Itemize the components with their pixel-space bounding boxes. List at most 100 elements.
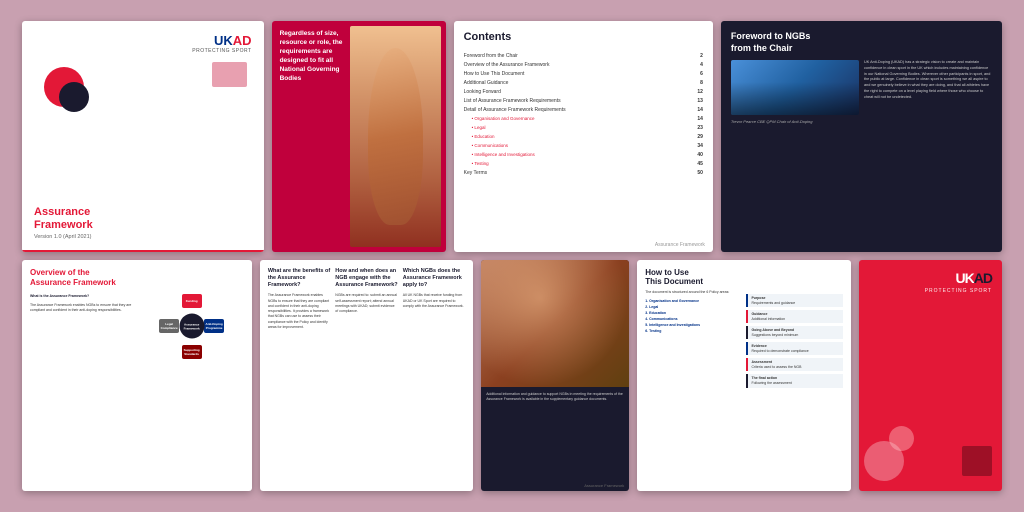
ngb-col-3: Which NGBs does the Assurance Framework … <box>403 268 465 483</box>
ngb-col1-text: The Assurance Framework enables NGBs to … <box>268 293 330 330</box>
red-quote-card: Regardless of size, resource or role, th… <box>272 21 446 252</box>
contents-sub-5: • Intelligence and Investigations 40 <box>464 150 703 159</box>
athletes-text: Additional information and guidance to s… <box>481 387 629 408</box>
foreword-col-right: UK Anti-Doping (UKAD) has a strategic vi… <box>864 60 992 124</box>
ukad-final-card: UKAD Protecting Sport <box>859 260 1002 491</box>
howto-body: The document is structured around the 6 … <box>645 290 842 388</box>
foreword-heading-line1: Foreword to NGBs <box>731 31 992 43</box>
step-flow: PurposeRequirements and guidance Guidanc… <box>746 294 842 388</box>
ngb-col-layout: What are the benefits of the Assurance F… <box>268 268 465 483</box>
overview-right-col: Assurance Framework Funding Anti-Doping … <box>139 294 243 359</box>
overview-body-text: The Assurance Framework enables NGBs to … <box>30 303 134 314</box>
ngb-card: What are the benefits of the Assurance F… <box>260 260 473 491</box>
ngb-col1-heading: What are the benefits of the Assurance F… <box>268 268 330 289</box>
title-red-a: A <box>34 206 42 218</box>
dark-rect-shape <box>962 446 992 476</box>
cover-title: Assurance Framework <box>34 206 252 232</box>
final-shapes <box>869 421 992 481</box>
ngb-col3-text: All UK NGBs that receive funding from UK… <box>403 293 465 309</box>
howto-col-right: PurposeRequirements and guidance Guidanc… <box>746 290 842 388</box>
contents-item-4: Additional Guidance 8 <box>464 78 703 87</box>
overview-left-col: What is the Assurance Framework? The Ass… <box>30 294 134 359</box>
contents-sub-6: • Testing 45 <box>464 159 703 168</box>
overview-heading: Overview of the Assurance Framework <box>30 268 244 289</box>
ukad-logo: UK AD Protecting Sport <box>192 33 251 54</box>
contents-item-key: Key Terms 50 <box>464 168 703 177</box>
howto-areas-list: 1. Organisation and Governance 2. Legal … <box>645 298 741 334</box>
final-uk: UK <box>956 270 974 286</box>
contents-card: Contents Foreword from the Chair 2 Overv… <box>454 21 713 252</box>
abstract-shapes <box>34 62 252 196</box>
step-guidance: GuidanceAdditional information <box>746 310 842 323</box>
top-row: UK AD Protecting Sport Assurance Framewo… <box>22 21 1002 252</box>
foreword-body: Trevor Pearce CBE QPM Chair of Anti-Dopi… <box>731 60 992 124</box>
foreword-signature: Trevor Pearce CBE QPM Chair of Anti-Dopi… <box>731 119 859 124</box>
contents-item-2: Overview of the Assurance Framework 4 <box>464 60 703 69</box>
foreword-athlete-image <box>731 60 859 115</box>
ukad-final-logo: UKAD Protecting Sport <box>869 270 992 294</box>
cycle-item-2: Anti-Doping Programme <box>204 319 224 333</box>
cycle-item-3: Supporting Standards <box>182 345 202 359</box>
foreword-body-text: UK Anti-Doping (UKAD) has a strategic vi… <box>864 60 992 100</box>
howto-heading: How to UseThis Document <box>645 268 842 286</box>
step-evidence: EvidenceRequired to demonstrate complian… <box>746 342 842 355</box>
overview-body: What is the Assurance Framework? The Ass… <box>30 294 244 359</box>
contents-item-3: How to Use This Document 6 <box>464 69 703 78</box>
athletes-photo <box>481 260 629 387</box>
foreword-col-left: Trevor Pearce CBE QPM Chair of Anti-Dopi… <box>731 60 859 124</box>
contents-sub-3: • Education 29 <box>464 132 703 141</box>
ad-letters: AD <box>233 33 252 48</box>
contents-item-5: Looking Forward 12 <box>464 87 703 96</box>
final-ad: AD <box>974 270 992 286</box>
step-purpose: PurposeRequirements and guidance <box>746 294 842 307</box>
ngb-col-2: How and when does an NGB engage with the… <box>335 268 397 483</box>
contents-list: Foreword from the Chair 2 Overview of th… <box>464 51 703 177</box>
main-container: UK AD Protecting Sport Assurance Framewo… <box>22 21 1002 491</box>
contents-item-1: Foreword from the Chair 2 <box>464 51 703 60</box>
foreword-heading: Foreword to NGBs from the Chair <box>731 31 992 54</box>
quote-overlay: Regardless of size, resource or role, th… <box>280 29 353 84</box>
contents-sub-2: • Legal 23 <box>464 123 703 132</box>
cycle-diagram: Assurance Framework Funding Anti-Doping … <box>159 294 224 359</box>
step-going-above: Going Above and BeyondSuggestions beyond… <box>746 326 842 339</box>
ngb-col2-text: NGBs are required to: submit an annual s… <box>335 293 397 314</box>
pink2-shape <box>889 426 914 451</box>
overview-question: What is the Assurance Framework? <box>30 294 134 299</box>
howto-card: How to UseThis Document The document is … <box>637 260 850 491</box>
quote-text: Regardless of size, resource or role, th… <box>280 29 353 84</box>
bottom-row: Overview of the Assurance Framework What… <box>22 260 1002 491</box>
ngb-col2-heading: How and when does an NGB engage with the… <box>335 268 397 289</box>
logo-area: UK AD Protecting Sport <box>34 33 252 54</box>
protecting-sport-label: Protecting Sport <box>192 48 251 54</box>
athletes-page-label: Assurance Framework <box>584 483 624 488</box>
cover-card: UK AD Protecting Sport Assurance Framewo… <box>22 21 264 252</box>
cycle-item-4: Legal Compliance <box>159 319 179 333</box>
page-number-1: Assurance Framework <box>655 242 705 248</box>
contents-item-7: Detail of Assurance Framework Requiremen… <box>464 105 703 114</box>
contents-item-6: List of Assurance Framework Requirements… <box>464 96 703 105</box>
athletes-body-text: Additional information and guidance to s… <box>486 392 624 403</box>
uk-letters: UK <box>214 33 233 48</box>
ngb-col3-heading: Which NGBs does the Assurance Framework … <box>403 268 465 289</box>
ukad-final-letters: UKAD <box>956 270 992 288</box>
dark-circle-shape <box>59 82 89 112</box>
step-assessment: AssessmentCriteria used to assess the NG… <box>746 358 842 371</box>
step-final: The final actionFollowing the assessment <box>746 374 842 387</box>
contents-sub-1: • Organisation and Governance 14 <box>464 114 703 123</box>
cycle-item-1: Funding <box>182 294 202 308</box>
foreword-heading-line2: from the Chair <box>731 43 992 55</box>
title-main: ssurance <box>42 206 90 218</box>
cover-title-area: Assurance Framework Version 1.0 (April 2… <box>34 206 252 240</box>
cycle-center: Assurance Framework <box>179 314 204 339</box>
contents-heading: Contents <box>464 31 703 43</box>
foreword-card: Foreword to NGBs from the Chair Trevor P… <box>721 21 1002 252</box>
contents-sub-4: • Communications 34 <box>464 141 703 150</box>
ukad-text: UK AD <box>214 33 252 48</box>
howto-col-left: The document is structured around the 6 … <box>645 290 741 388</box>
ngb-col-1: What are the benefits of the Assurance F… <box>268 268 330 483</box>
version-label: Version 1.0 (April 2021) <box>34 234 252 240</box>
title-line2: Framework <box>34 219 93 231</box>
pink-rect-shape <box>212 62 247 87</box>
red-bottom-bar <box>22 250 264 252</box>
overview-card: Overview of the Assurance Framework What… <box>22 260 252 491</box>
